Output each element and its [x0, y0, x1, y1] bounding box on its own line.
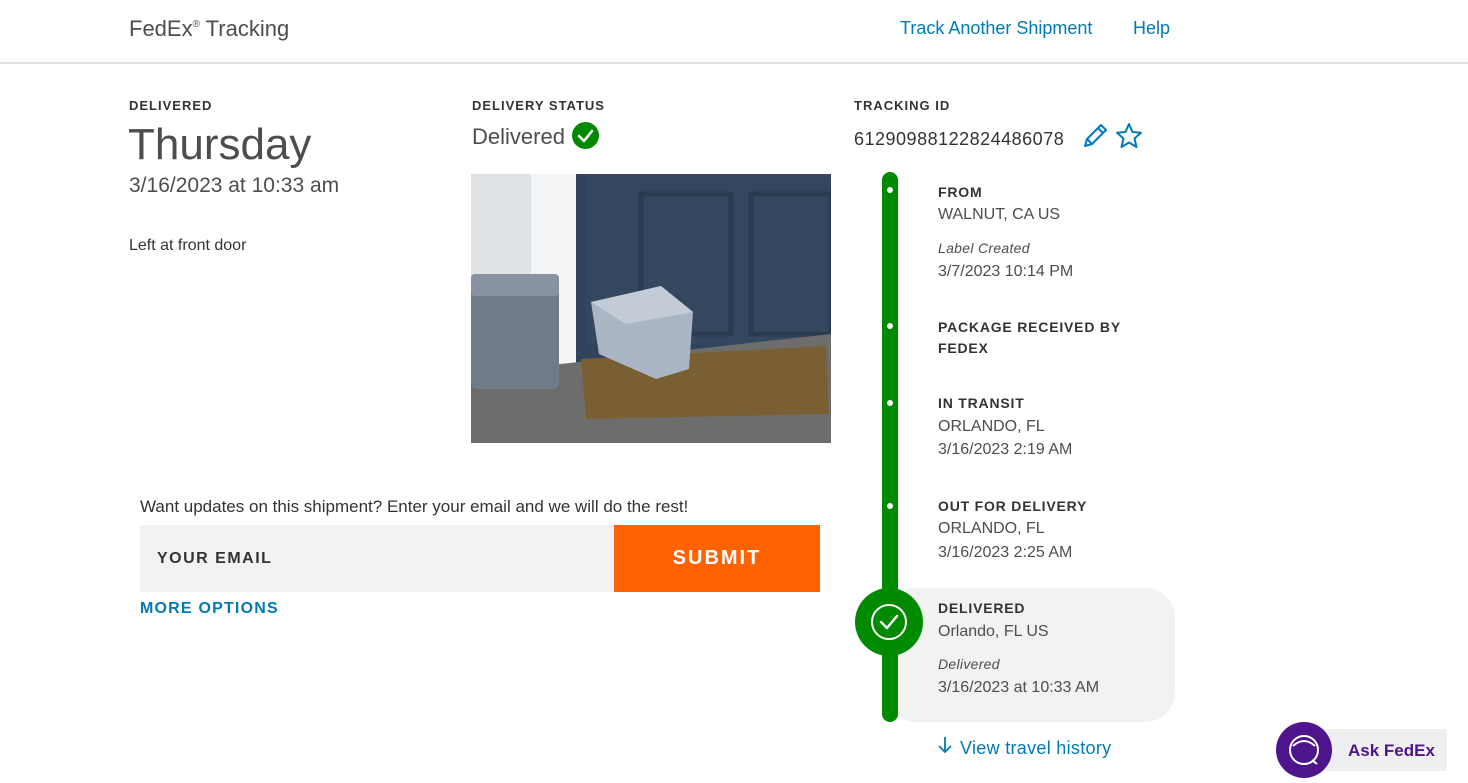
help-link[interactable]: Help: [1133, 18, 1170, 39]
event-location-delivered: Orlando, FL US: [938, 623, 1049, 640]
arrow-down-icon: [938, 736, 952, 759]
ask-fedex-button[interactable]: Ask FedEx: [1276, 720, 1447, 778]
brand-registered-mark: ®: [192, 19, 200, 30]
top-header: FedEx® Tracking Track Another Shipment H…: [0, 0, 1468, 64]
event-location-from: WALNUT, CA US: [938, 206, 1061, 223]
event-location-out-for-delivery: ORLANDO, FL: [938, 520, 1045, 537]
chat-assistant-icon: [1276, 722, 1332, 778]
brand-name: FedEx: [129, 16, 193, 41]
timeline-dot: [887, 187, 893, 193]
more-options-link[interactable]: MORE OPTIONS: [140, 600, 279, 618]
event-location-in-transit: ORLANDO, FL: [938, 418, 1045, 435]
tracking-number: 612909881228244860​78: [854, 129, 1065, 149]
star-icon[interactable]: [1114, 121, 1144, 156]
event-title-in-transit: IN TRANSIT: [938, 395, 1025, 411]
event-title-received: PACKAGE RECEIVED BY FEDEX: [938, 319, 1121, 356]
submit-button[interactable]: SUBMIT: [614, 525, 820, 592]
updates-prompt: Want updates on this shipment? Enter you…: [140, 497, 689, 516]
timeline-dot: [887, 400, 893, 406]
event-title-delivered: DELIVERED: [938, 600, 1026, 616]
event-title-from: FROM: [938, 184, 983, 200]
delivery-datetime: 3/16/2023 at 10:33 am: [129, 174, 340, 197]
timeline-dot: [887, 503, 893, 509]
delivered-check-icon: [855, 588, 923, 656]
delivery-status-value: Delivered: [472, 124, 565, 149]
pencil-icon[interactable]: [1080, 121, 1110, 156]
event-status-delivered: Delivered: [938, 656, 1000, 672]
brand-title[interactable]: FedEx® Tracking: [129, 16, 289, 42]
track-another-shipment-link[interactable]: Track Another Shipment: [900, 18, 1092, 39]
delivery-status-label: DELIVERY STATUS: [472, 98, 605, 113]
event-title-out-for-delivery: OUT FOR DELIVERY: [938, 498, 1088, 514]
check-circle-icon: [572, 122, 599, 149]
event-time-out-for-delivery: 3/16/2023 2:25 AM: [938, 544, 1073, 561]
event-status-from: Label Created: [938, 240, 1030, 256]
ask-fedex-label: Ask FedEx: [1348, 741, 1435, 760]
brand-suffix: Tracking: [199, 16, 290, 41]
timeline-dot: [887, 323, 893, 329]
view-travel-history-label: View travel history: [960, 738, 1112, 758]
event-time-from: 3/7/2023 10:14 PM: [938, 263, 1074, 280]
tracking-id-label: TRACKING ID: [854, 98, 951, 113]
email-input[interactable]: [140, 525, 614, 592]
view-travel-history-link[interactable]: View travel history: [938, 736, 1111, 759]
delivery-day: Thursday: [128, 120, 312, 169]
proof-of-delivery-photo[interactable]: [471, 174, 831, 443]
event-time-delivered: 3/16/2023 at 10:33 AM: [938, 679, 1100, 696]
delivery-note: Left at front door: [129, 237, 247, 254]
delivered-label: DELIVERED: [129, 98, 213, 113]
event-time-in-transit: 3/16/2023 2:19 AM: [938, 441, 1073, 458]
